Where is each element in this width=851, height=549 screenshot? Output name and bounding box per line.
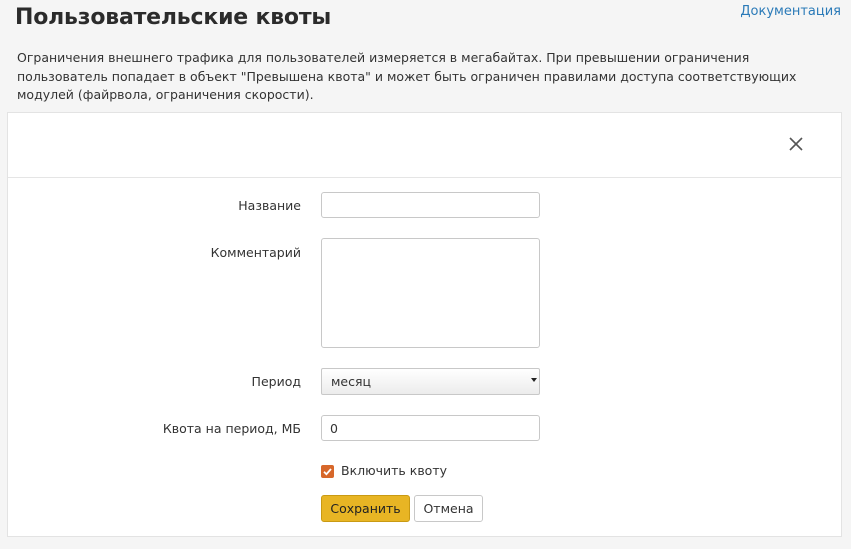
documentation-link[interactable]: Документация <box>740 4 841 19</box>
quota-label: Квота на период, МБ <box>162 421 301 436</box>
close-icon <box>789 137 803 151</box>
period-selected-value: месяц <box>331 374 372 389</box>
close-button[interactable] <box>783 131 809 157</box>
name-input[interactable] <box>321 192 540 218</box>
quota-form-panel: Название Комментарий Период месяц Квота … <box>7 112 842 537</box>
page-title: Пользовательские квоты <box>15 5 332 30</box>
period-label: Период <box>251 374 301 389</box>
enable-quota-label[interactable]: Включить квоту <box>341 463 447 478</box>
checkmark-icon <box>323 468 332 476</box>
quota-input[interactable] <box>321 415 540 441</box>
period-select[interactable]: месяц <box>321 368 540 395</box>
chevron-down-icon <box>531 378 537 382</box>
enable-quota-checkbox[interactable] <box>321 465 334 478</box>
name-label: Название <box>238 198 301 213</box>
comment-label: Комментарий <box>210 245 301 260</box>
page-description: Ограничения внешнего трафика для пользов… <box>17 50 797 102</box>
panel-header <box>8 113 841 178</box>
comment-textarea[interactable] <box>321 238 540 348</box>
save-button[interactable]: Сохранить <box>321 495 410 522</box>
cancel-button[interactable]: Отмена <box>414 495 483 522</box>
